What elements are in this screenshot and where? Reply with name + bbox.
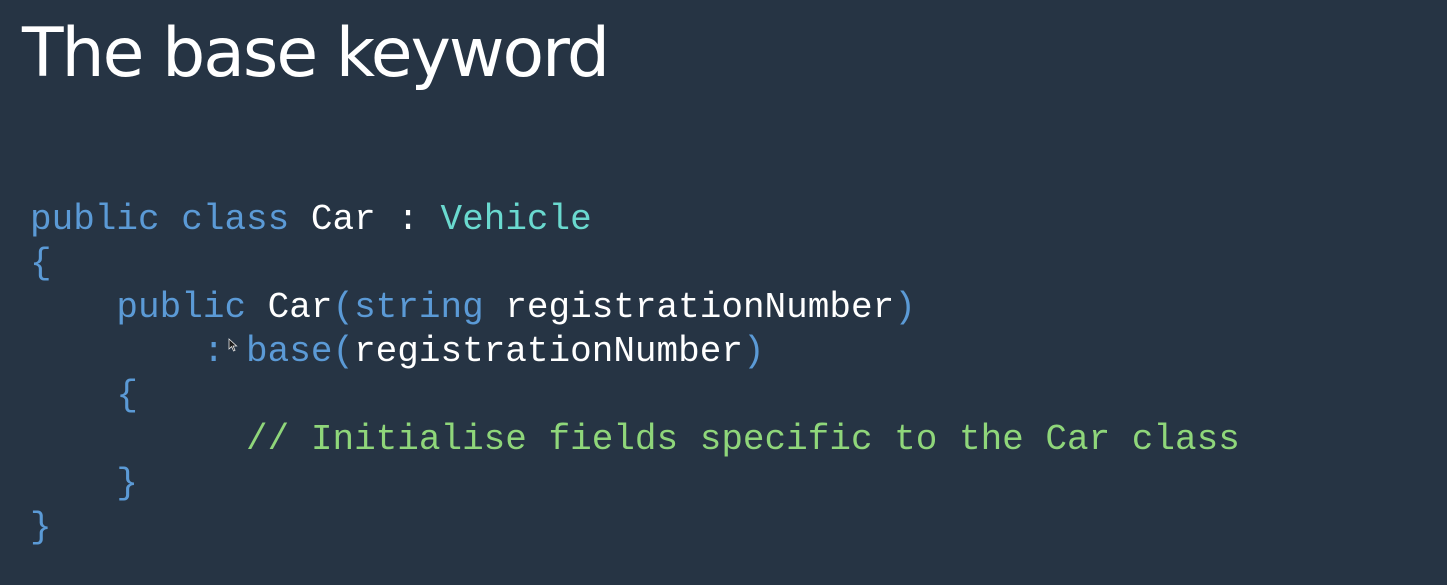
- slide-title: The base keyword: [22, 14, 610, 93]
- code-comment: // Initialise fields specific to the Car…: [246, 419, 1240, 460]
- keyword-string: string: [354, 287, 484, 328]
- class-name: Car: [310, 199, 376, 240]
- keyword-class: class: [181, 199, 290, 240]
- close-brace: }: [30, 507, 52, 548]
- code-line-class-declaration: public class Car : Vehicle: [30, 198, 1240, 242]
- close-paren: ): [742, 331, 765, 372]
- code-line-constructor-signature: public Car(string registrationNumber): [30, 286, 1240, 330]
- close-paren: ): [894, 287, 916, 328]
- code-line-constructor-open-brace: {: [30, 374, 1240, 418]
- keyword-base: base: [246, 331, 333, 372]
- constructor-name: Car: [267, 287, 333, 328]
- open-brace: {: [30, 243, 52, 284]
- open-brace: {: [116, 375, 139, 416]
- keyword-public: public: [116, 287, 247, 328]
- open-paren: (: [332, 331, 355, 372]
- code-line-base-call: : base(registrationNumber): [30, 330, 1240, 374]
- keyword-public: public: [30, 199, 160, 240]
- base-type-name: Vehicle: [440, 199, 592, 240]
- code-line-constructor-close-brace: }: [30, 462, 1240, 506]
- parameter-name: registrationNumber: [505, 287, 895, 328]
- close-brace: }: [116, 463, 139, 504]
- argument-name: registrationNumber: [354, 331, 743, 372]
- code-line-comment: // Initialise fields specific to the Car…: [30, 418, 1240, 462]
- mouse-pointer-icon: [228, 338, 238, 352]
- code-block: public class Car : Vehicle{ public Car(s…: [30, 198, 1240, 550]
- code-line-class-open-brace: {: [30, 242, 1240, 286]
- open-paren: (: [332, 287, 355, 328]
- initializer-colon: :: [202, 331, 225, 372]
- code-line-class-close-brace: }: [30, 506, 1240, 550]
- inheritance-colon: :: [397, 199, 419, 240]
